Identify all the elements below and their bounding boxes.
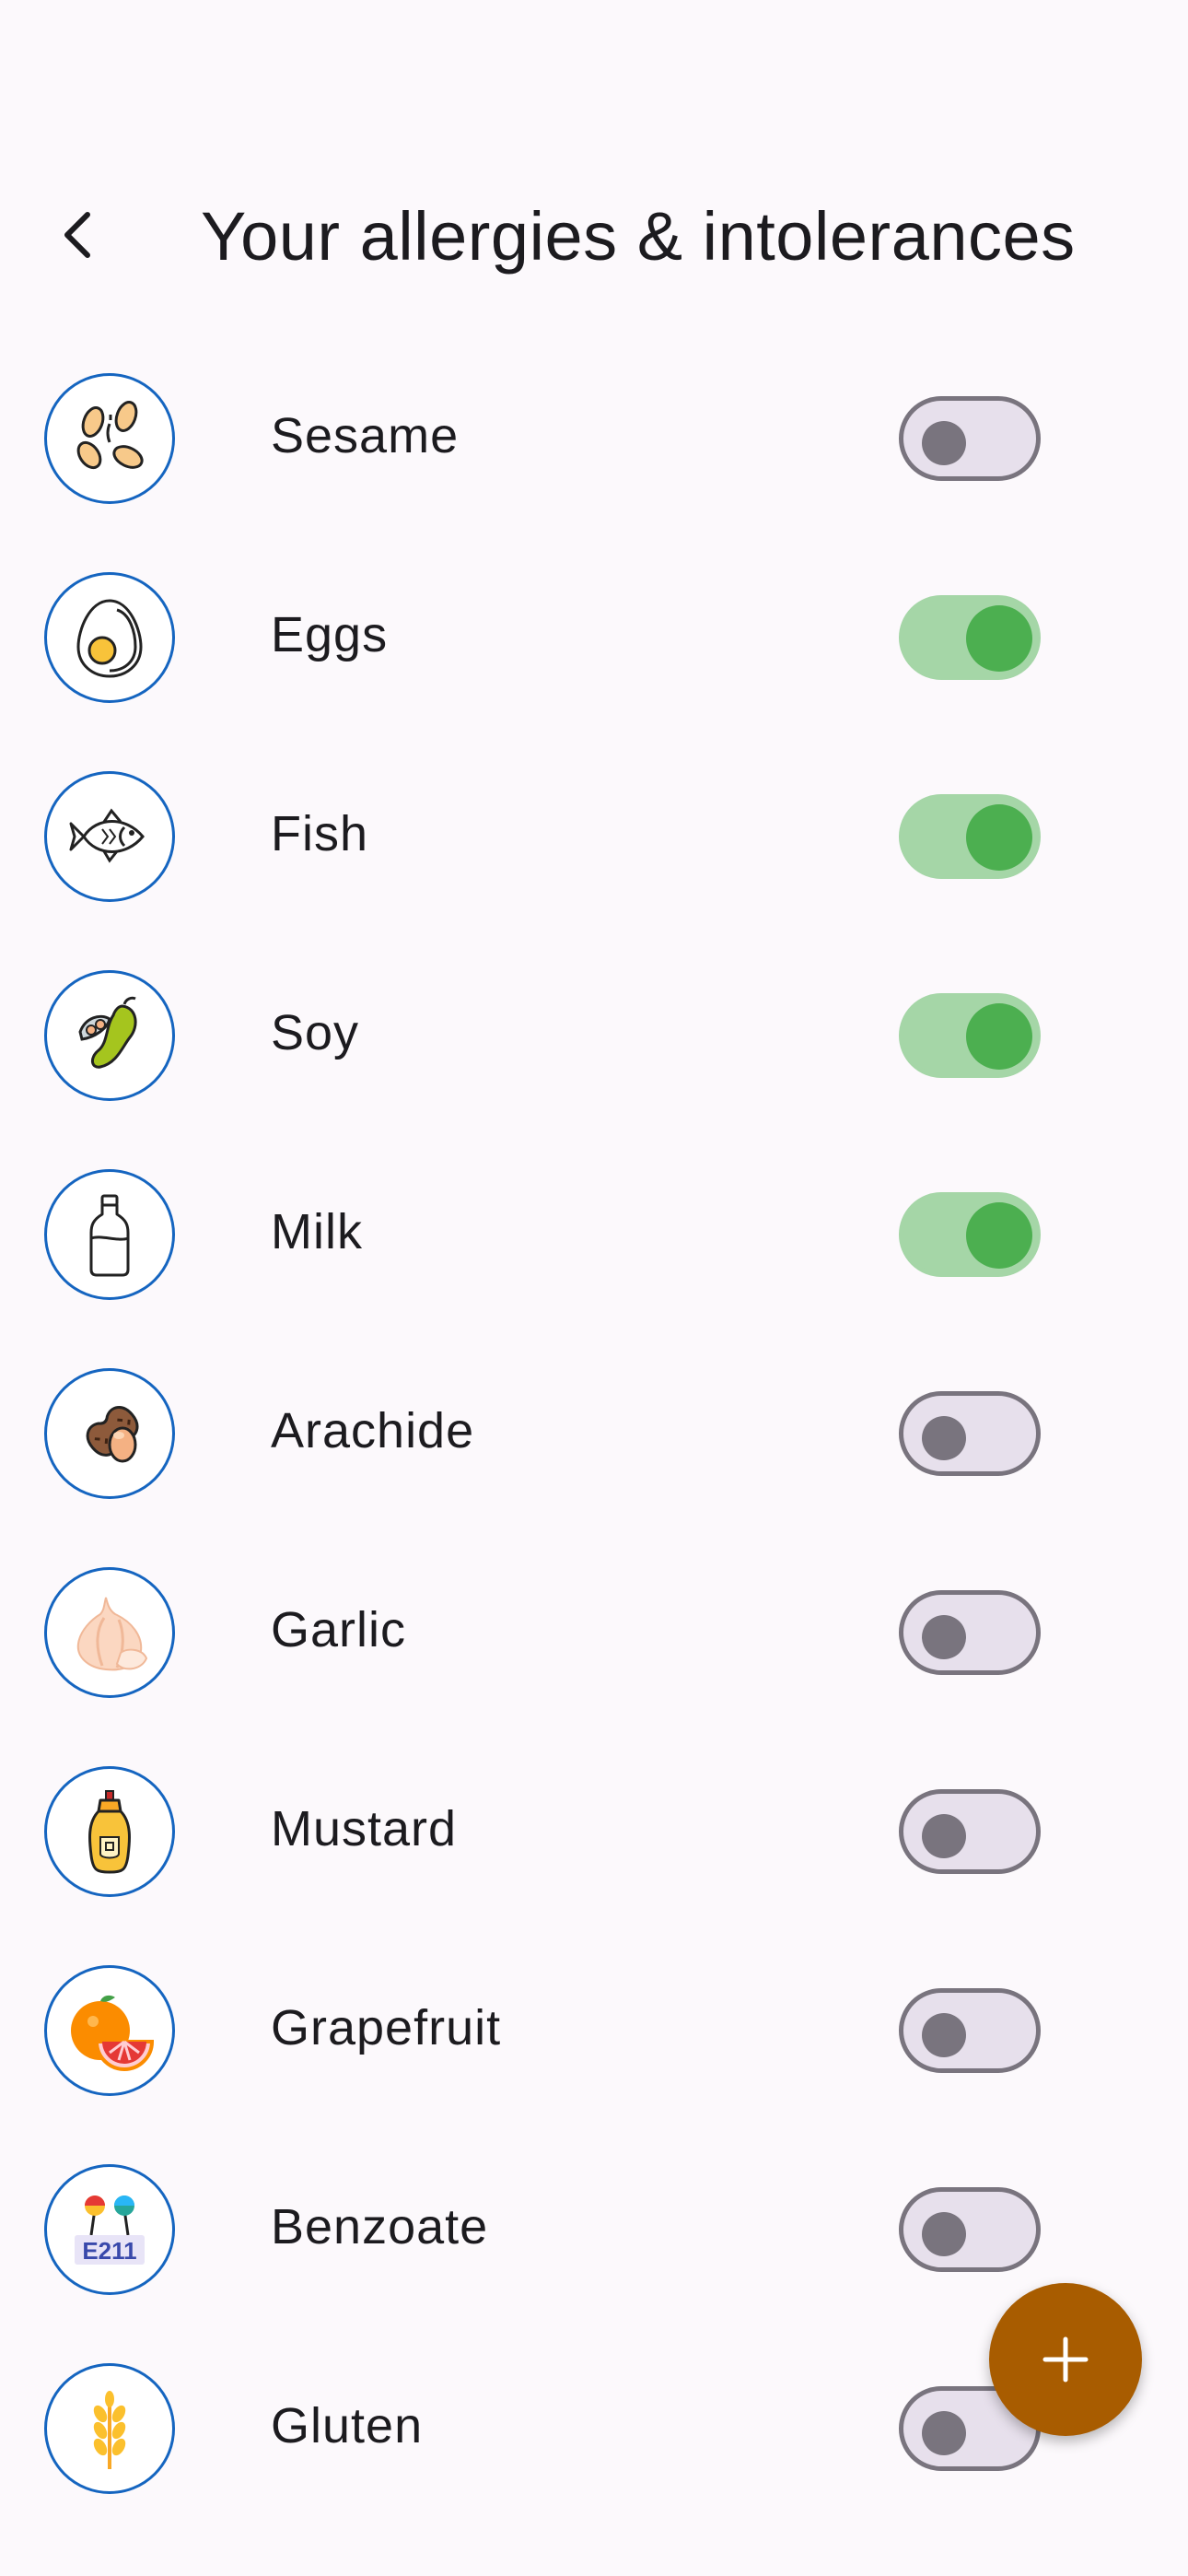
toggle-thumb [966, 804, 1032, 871]
allergen-avatar [44, 1766, 175, 1897]
toggle-thumb [966, 1202, 1032, 1269]
allergen-toggle-sesame[interactable] [899, 396, 1041, 481]
grapefruit-icon [71, 1995, 155, 2071]
allergen-row-garlic: Garlic [0, 1533, 1188, 1732]
toggle-thumb [966, 1003, 1032, 1070]
allergen-row-soy: Soy [0, 936, 1188, 1135]
plus-icon [1042, 2336, 1089, 2383]
allergen-avatar [44, 771, 175, 902]
allergen-avatar [44, 572, 175, 703]
allergen-avatar [44, 970, 175, 1101]
mustard-icon [87, 1790, 132, 1874]
allergen-toggle-benzoate[interactable] [899, 2187, 1041, 2272]
allergen-label: Fish [271, 806, 369, 861]
allergen-row-eggs: Eggs [0, 538, 1188, 737]
allergen-toggle-grapefruit[interactable] [899, 1988, 1041, 2073]
add-allergen-fab[interactable] [989, 2283, 1142, 2436]
allergen-row-milk: Milk [0, 1135, 1188, 1334]
allergen-row-benzoate: E211 Benzoate [0, 2130, 1188, 2329]
wheat-icon [93, 2391, 126, 2469]
page-title: Your allergies & intolerances [201, 198, 1076, 275]
allergen-avatar [44, 1965, 175, 2096]
allergen-label: Eggs [271, 607, 389, 662]
allergen-avatar: E211 [44, 2164, 175, 2295]
chevron-left-icon [64, 212, 90, 258]
allergen-list: Sesame Eggs Fish Soy Milk Arachide Garli… [0, 339, 1188, 2528]
back-button[interactable] [37, 193, 120, 276]
sesame-icon [76, 401, 144, 470]
allergen-row-grapefruit: Grapefruit [0, 1931, 1188, 2130]
allergen-toggle-garlic[interactable] [899, 1590, 1041, 1675]
fish-icon [69, 808, 145, 863]
toggle-thumb [922, 2013, 966, 2057]
allergen-row-fish: Fish [0, 737, 1188, 936]
allergen-label: Soy [271, 1005, 360, 1060]
allergen-toggle-arachide[interactable] [899, 1391, 1041, 1476]
allergen-label: Mustard [271, 1801, 458, 1856]
toggle-thumb [922, 1814, 966, 1858]
toggle-thumb [922, 2212, 966, 2256]
allergen-avatar [44, 1567, 175, 1698]
allergen-row-sesame: Sesame [0, 339, 1188, 538]
allergen-toggle-fish[interactable] [899, 794, 1041, 879]
allergen-label: Gluten [271, 2398, 424, 2453]
allergen-toggle-milk[interactable] [899, 1192, 1041, 1277]
toggle-thumb [922, 1416, 966, 1460]
allergen-row-mustard: Mustard [0, 1732, 1188, 1931]
egg-icon [76, 599, 143, 678]
allergen-toggle-mustard[interactable] [899, 1789, 1041, 1874]
toggle-thumb [922, 2411, 966, 2455]
allergen-avatar [44, 1169, 175, 1300]
allergen-avatar [44, 1368, 175, 1499]
allergen-label: Milk [271, 1204, 363, 1259]
milk-bottle-icon [89, 1194, 130, 1277]
allergen-label: Sesame [271, 408, 460, 463]
allergen-label: Garlic [271, 1602, 407, 1657]
allergen-row-arachide: Arachide [0, 1334, 1188, 1533]
garlic-icon [76, 1597, 148, 1671]
allergen-toggle-eggs[interactable] [899, 595, 1041, 680]
peanut-icon [86, 1406, 139, 1463]
benzoate-code: E211 [82, 2237, 136, 2265]
toggle-thumb [922, 421, 966, 465]
toggle-thumb [966, 605, 1032, 672]
allergen-avatar [44, 2363, 175, 2494]
top-app-bar: Your allergies & intolerances [0, 157, 1188, 322]
allergen-avatar [44, 373, 175, 504]
allergen-toggle-soy[interactable] [899, 993, 1041, 1078]
allergen-label: Grapefruit [271, 2000, 502, 2055]
benzoate-icon: E211 [75, 2195, 145, 2265]
allergen-label: Arachide [271, 1403, 475, 1458]
allergies-screen: Your allergies & intolerances Sesame Egg… [0, 0, 1188, 2576]
toggle-thumb [922, 1615, 966, 1659]
soy-icon [78, 996, 137, 1069]
allergen-label: Benzoate [271, 2199, 489, 2254]
